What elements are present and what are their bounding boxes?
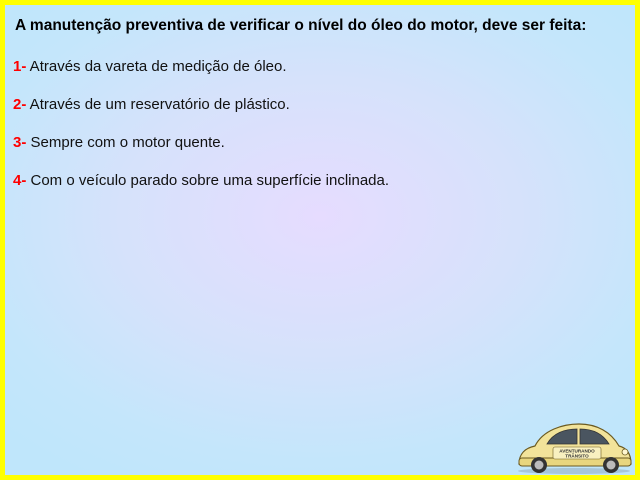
option-number: 1- <box>13 58 27 75</box>
option-2[interactable]: 2- Através de um reservatório de plástic… <box>13 96 389 134</box>
option-text: Através de um reservatório de plástico. <box>26 96 290 113</box>
question-text: A manutenção preventiva de verificar o n… <box>15 17 587 34</box>
option-number: 4- <box>13 172 27 189</box>
option-text: Através da vareta de medição de óleo. <box>26 58 287 75</box>
option-number: 3- <box>13 134 27 151</box>
option-text: Com o veículo parado sobre uma superfíci… <box>26 172 390 189</box>
options-list: 1- Através da vareta de medição de óleo.… <box>13 58 389 210</box>
logo-line2: TRÂNSITO <box>565 453 589 459</box>
option-3[interactable]: 3- Sempre com o motor quente. <box>13 134 389 172</box>
option-1[interactable]: 1- Através da vareta de medição de óleo. <box>13 58 389 96</box>
slide-frame: A manutenção preventiva de verificar o n… <box>0 0 640 480</box>
beetle-car-icon: AVENTURANDO TRÂNSITO <box>518 423 632 474</box>
option-number: 2- <box>13 96 27 113</box>
option-text: Sempre com o motor quente. <box>26 134 225 151</box>
option-4[interactable]: 4- Com o veículo parado sobre uma superf… <box>13 172 389 210</box>
